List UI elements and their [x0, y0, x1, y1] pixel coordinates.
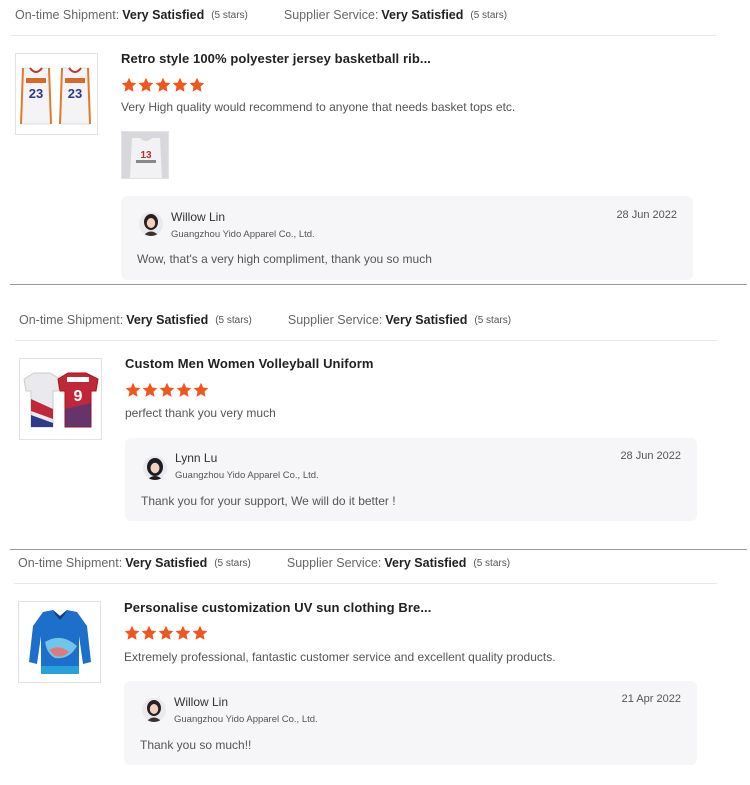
star-icon	[189, 77, 205, 92]
reply-text: Wow, that's a very high compliment, than…	[137, 252, 432, 266]
reply-author: Willow Lin	[171, 210, 226, 224]
avatar-image	[143, 456, 167, 480]
product-title[interactable]: Retro style 100% polyester jersey basket…	[121, 51, 431, 66]
product-title[interactable]: Personalise customization UV sun clothin…	[124, 600, 431, 615]
supplier-stars: (5 stars)	[470, 9, 508, 21]
shipment-stars: (5 stars)	[215, 314, 252, 326]
shipment-stars: (5 stars)	[211, 9, 248, 21]
volleyball-uniform-image: 9	[20, 359, 101, 439]
star-rating	[124, 625, 209, 641]
reply-date: 28 Jun 2022	[616, 209, 677, 221]
shipment-rating: On-time Shipment: Very Satisfied (5 star…	[15, 8, 248, 22]
shipment-value: Very Satisfied	[125, 556, 208, 570]
shipment-label: On-time Shipment:	[19, 313, 124, 327]
supplier-label: Supplier Service:	[286, 556, 382, 570]
svg-text:23: 23	[29, 86, 43, 101]
reply-date: 28 Jun 2022	[620, 450, 681, 462]
reply-company: Guangzhou Yido Apparel Co., Ltd.	[175, 470, 319, 481]
shipment-stars: (5 stars)	[214, 557, 251, 569]
divider	[11, 35, 716, 36]
star-icon	[158, 625, 174, 640]
star-icon	[175, 625, 191, 640]
reply-text: Thank you so much!!	[140, 738, 252, 752]
supplier-stars: (5 stars)	[473, 557, 511, 569]
review-comment: Very High quality would recommend to any…	[121, 100, 516, 114]
star-icon	[159, 382, 175, 397]
shipment-value: Very Satisfied	[122, 8, 205, 22]
supplier-value: Very Satisfied	[385, 313, 468, 327]
supplier-rating: Supplier Service: Very Satisfied (5 star…	[288, 313, 511, 327]
star-icon	[176, 382, 192, 397]
supplier-rating: Supplier Service: Very Satisfied (5 star…	[284, 8, 507, 22]
star-icon	[172, 77, 188, 92]
star-icon	[193, 382, 209, 397]
star-icon	[125, 382, 141, 397]
supplier-value: Very Satisfied	[381, 8, 464, 22]
svg-text:9: 9	[74, 388, 83, 405]
star-icon	[141, 625, 157, 640]
star-icon	[142, 382, 158, 397]
reply-text: Thank you for your support, We will do i…	[141, 494, 396, 508]
sun-shirt-image	[19, 602, 100, 682]
product-thumbnail[interactable]: 9	[19, 358, 102, 440]
star-icon	[192, 625, 208, 640]
supplier-rating: Supplier Service: Very Satisfied (5 star…	[287, 556, 510, 570]
basketball-jersey-image: 23 23	[16, 54, 97, 134]
product-thumbnail[interactable]: 23 23	[15, 53, 98, 135]
shipment-rating: On-time Shipment: Very Satisfied (5 star…	[19, 313, 252, 327]
reply-date: 21 Apr 2022	[621, 693, 681, 705]
seller-reply: Willow Lin Guangzhou Yido Apparel Co., L…	[124, 681, 697, 765]
supplier-label: Supplier Service:	[287, 313, 383, 327]
svg-text:23: 23	[68, 86, 82, 101]
star-rating	[121, 77, 206, 93]
review-photo[interactable]: 13	[121, 131, 169, 179]
svg-text:13: 13	[140, 150, 152, 161]
review-comment: Extremely professional, fantastic custom…	[124, 650, 556, 664]
shipment-value: Very Satisfied	[126, 313, 209, 327]
shipment-label: On-time Shipment:	[15, 8, 120, 22]
shipment-label: On-time Shipment:	[18, 556, 123, 570]
shipment-rating: On-time Shipment: Very Satisfied (5 star…	[18, 556, 251, 570]
avatar-image	[139, 212, 163, 236]
seller-reply: Lynn Lu Guangzhou Yido Apparel Co., Ltd.…	[125, 438, 697, 521]
ratings-summary: On-time Shipment: Very Satisfied (5 star…	[19, 310, 511, 330]
star-rating	[125, 382, 210, 398]
divider	[14, 583, 717, 584]
star-icon	[121, 77, 137, 92]
avatar	[142, 698, 166, 722]
reply-company: Guangzhou Yido Apparel Co., Ltd.	[171, 229, 315, 240]
star-icon	[155, 77, 171, 92]
star-icon	[124, 625, 140, 640]
review-divider	[10, 284, 747, 285]
avatar-image	[142, 698, 166, 722]
supplier-value: Very Satisfied	[384, 556, 467, 570]
review-comment: perfect thank you very much	[125, 406, 276, 420]
reply-company: Guangzhou Yido Apparel Co., Ltd.	[174, 714, 318, 725]
product-thumbnail[interactable]	[18, 601, 101, 683]
divider	[15, 340, 717, 341]
reply-author: Willow Lin	[174, 695, 229, 709]
product-title[interactable]: Custom Men Women Volleyball Uniform	[125, 356, 374, 371]
avatar	[139, 212, 163, 236]
star-icon	[138, 77, 154, 92]
review-divider	[10, 549, 747, 550]
jersey-photo-image: 13	[122, 132, 168, 178]
reply-author: Lynn Lu	[175, 451, 218, 465]
ratings-summary: On-time Shipment: Very Satisfied (5 star…	[15, 5, 507, 25]
supplier-stars: (5 stars)	[474, 314, 512, 326]
avatar	[143, 456, 167, 480]
ratings-summary: On-time Shipment: Very Satisfied (5 star…	[18, 553, 510, 573]
seller-reply: Willow Lin Guangzhou Yido Apparel Co., L…	[121, 196, 693, 280]
supplier-label: Supplier Service:	[283, 8, 379, 22]
